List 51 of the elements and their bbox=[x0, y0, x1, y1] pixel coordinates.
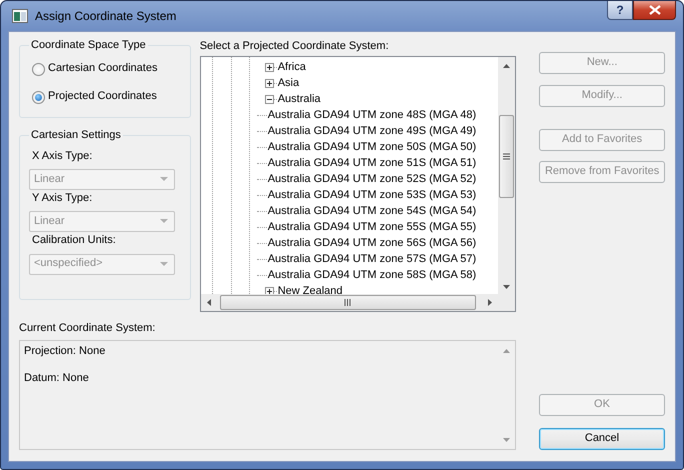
group-title: Cartesian Settings bbox=[30, 130, 122, 141]
scroll-right-icon bbox=[487, 298, 494, 307]
tree-item[interactable]: Africa bbox=[276, 60, 307, 74]
scroll-up-icon bbox=[502, 348, 511, 354]
field-label: Calibration Units: bbox=[32, 234, 117, 248]
tree-item[interactable]: Australia GDA94 UTM zone 50S (MGA 50) bbox=[266, 140, 478, 154]
vertical-scrollbar[interactable] bbox=[498, 57, 516, 294]
radio-label: Cartesian Coordinates bbox=[48, 62, 158, 76]
tree-item[interactable]: Australia GDA94 UTM zone 57S (MGA 57) bbox=[266, 252, 478, 266]
radio-label: Projected Coordinates bbox=[48, 90, 157, 104]
radio-button[interactable] bbox=[32, 90, 45, 104]
horizontal-scrollbar[interactable] bbox=[200, 294, 498, 311]
tree-item[interactable]: Australia GDA94 UTM zone 54S (MGA 54) bbox=[266, 204, 478, 218]
tree-item[interactable]: Australia bbox=[276, 92, 322, 106]
dialog-button[interactable]: Cancel bbox=[539, 428, 665, 450]
field-label: Y Axis Type: bbox=[32, 192, 94, 206]
tree-item[interactable]: Australia GDA94 UTM zone 58S (MGA 58) bbox=[266, 268, 478, 282]
collapse-icon[interactable] bbox=[264, 94, 274, 104]
tree-item[interactable]: Australia GDA94 UTM zone 56S (MGA 56) bbox=[266, 236, 478, 250]
expand-icon[interactable] bbox=[264, 62, 274, 72]
section-label: Current Coordinate System: bbox=[19, 322, 156, 336]
scroll-down-icon bbox=[502, 437, 511, 443]
dropdown-arrow-icon bbox=[160, 219, 168, 224]
info-text: Datum: None bbox=[24, 372, 90, 386]
tree-item[interactable]: Australia GDA94 UTM zone 53S (MGA 53) bbox=[266, 188, 478, 202]
close-icon bbox=[648, 5, 660, 15]
grip-icon bbox=[503, 153, 510, 160]
tree-item[interactable]: Australia GDA94 UTM zone 51S (MGA 51) bbox=[266, 156, 478, 170]
tree-item[interactable]: Australia GDA94 UTM zone 48S (MGA 48) bbox=[266, 108, 478, 122]
field-label: X Axis Type: bbox=[32, 150, 94, 164]
tree-item[interactable]: Australia GDA94 UTM zone 49S (MGA 49) bbox=[266, 124, 478, 138]
grip-icon bbox=[344, 299, 352, 306]
radio-button[interactable] bbox=[32, 62, 45, 76]
help-button[interactable]: ? bbox=[607, 1, 633, 20]
scroll-left-icon bbox=[206, 298, 212, 307]
scroll-up-icon bbox=[502, 63, 512, 70]
dropdown-arrow-icon bbox=[160, 262, 168, 267]
tree-item[interactable]: Asia bbox=[276, 76, 300, 90]
group-title: Coordinate Space Type bbox=[30, 40, 147, 51]
tree-item[interactable]: New Zealand bbox=[276, 284, 344, 294]
tree-item[interactable]: Australia GDA94 UTM zone 55S (MGA 55) bbox=[266, 220, 478, 234]
info-text: Projection: None bbox=[24, 345, 106, 358]
dropdown-arrow-icon bbox=[160, 177, 168, 182]
expand-icon[interactable] bbox=[264, 286, 274, 294]
app-icon bbox=[12, 9, 28, 23]
close-button[interactable] bbox=[633, 1, 676, 20]
tree-item[interactable]: Australia GDA94 UTM zone 52S (MGA 52) bbox=[266, 172, 478, 186]
window-title: Assign Coordinate System bbox=[35, 8, 176, 24]
tree-label: Select a Projected Coordinate System: bbox=[200, 40, 390, 54]
expand-icon[interactable] bbox=[264, 78, 274, 88]
scroll-down-icon bbox=[502, 284, 512, 290]
